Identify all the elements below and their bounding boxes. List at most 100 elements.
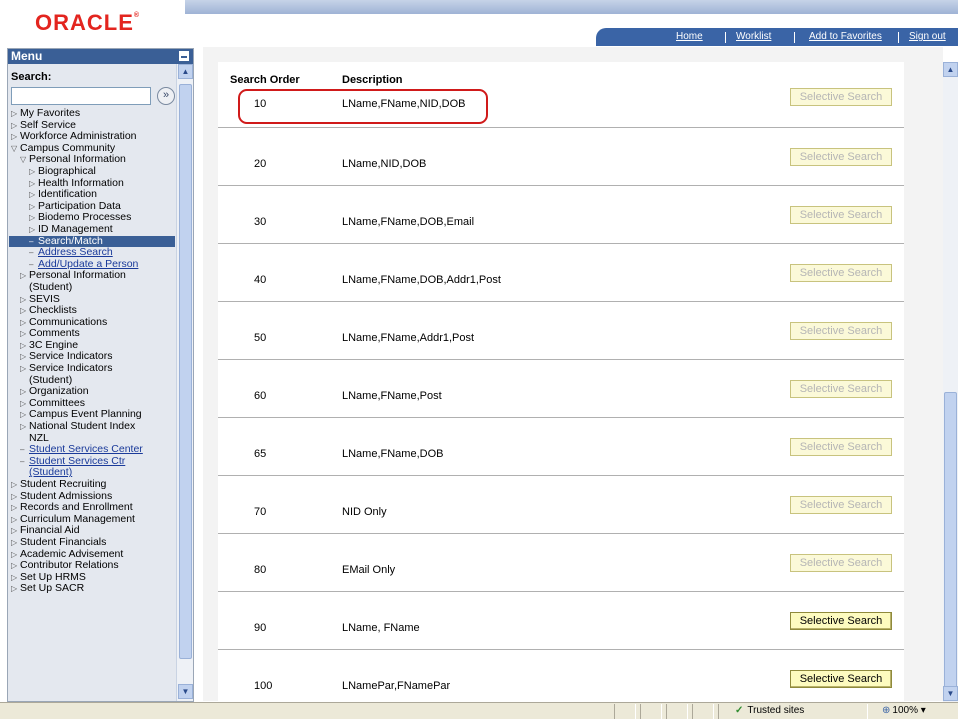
- menu-item-label: Student Services Center: [29, 443, 143, 456]
- menu-item-label: Committees: [29, 396, 86, 409]
- menu-scrollbar[interactable]: ▲ ▼: [176, 64, 193, 701]
- status-cell: [666, 704, 688, 719]
- table-row: 20 LName,NID,DOB Selective Search: [218, 128, 904, 186]
- collapsed-arrow-icon: ▷: [20, 317, 27, 327]
- sign-out-link[interactable]: Sign out: [909, 31, 946, 42]
- menu-item-label: Student Recruiting: [20, 478, 107, 490]
- menu-item-label: Health Information: [38, 176, 124, 189]
- home-link[interactable]: Home: [676, 31, 703, 42]
- scroll-down-icon[interactable]: ▼: [178, 684, 193, 699]
- menu-item-label: National Student Index: [29, 420, 136, 433]
- table-row: 50 LName,FName,Addr1,Post Selective Search: [218, 302, 904, 360]
- collapsed-arrow-icon: ▷: [20, 294, 27, 304]
- scroll-down-icon[interactable]: ▼: [943, 686, 958, 701]
- search-order-cell: 30: [254, 216, 267, 228]
- menu-item-label: Set Up HRMS: [20, 570, 86, 583]
- selective-search-button[interactable]: Selective Search: [790, 612, 892, 630]
- collapsed-arrow-icon: ▷: [29, 166, 36, 176]
- description-cell: LName, FName: [342, 622, 420, 634]
- search-go-icon[interactable]: »: [157, 87, 175, 105]
- selective-search-button[interactable]: Selective Search: [790, 496, 892, 514]
- search-order-cell: 70: [254, 506, 267, 518]
- table-row: 30 LName,FName,DOB,Email Selective Search: [218, 186, 904, 244]
- collapse-icon[interactable]: [179, 51, 189, 61]
- description-cell: LName,FName,DOB,Addr1,Post: [342, 274, 501, 286]
- status-page-icon: [614, 704, 636, 719]
- menu-item-label: (Student): [29, 373, 73, 386]
- selective-search-button[interactable]: Selective Search: [790, 148, 892, 166]
- search-order-cell: 20: [254, 158, 267, 170]
- menu-item-label: Checklists: [29, 304, 77, 317]
- search-order-cell: 90: [254, 622, 267, 634]
- menu-item-label: Biographical: [38, 164, 96, 177]
- menu-item-label: Records and Enrollment: [20, 501, 133, 514]
- menu-title: Menu: [8, 49, 193, 64]
- selective-search-button[interactable]: Selective Search: [790, 554, 892, 572]
- menu-scroll-thumb[interactable]: [179, 84, 192, 659]
- selective-search-button[interactable]: Selective Search: [790, 206, 892, 224]
- menu-item-label: Student Services Ctr: [29, 454, 126, 467]
- highlight-annotation: [238, 89, 488, 124]
- header-nav: Home Worklist Add to Favorites Sign out: [596, 28, 958, 46]
- collapsed-arrow-icon: ▷: [11, 584, 18, 594]
- main-scroll-thumb[interactable]: [944, 392, 957, 692]
- menu-item-label: Service Indicators: [29, 362, 113, 375]
- menu-item[interactable]: ▷ Set Up SACR: [9, 583, 175, 595]
- menu-item-label: NZL: [29, 431, 49, 444]
- menu-item-label: Set Up SACR: [20, 582, 85, 595]
- menu-item-label: ID Management: [38, 222, 113, 235]
- menu-item-label: Self Service: [20, 118, 77, 131]
- menu-item-label: Personal Information: [29, 153, 126, 166]
- menu-item-label: Participation Data: [38, 199, 121, 212]
- table-row: 100 LNamePar,FNamePar Selective Search: [218, 650, 904, 708]
- collapsed-arrow-icon: ▷: [20, 306, 27, 316]
- menu-item-label: (Student): [29, 466, 73, 479]
- selective-search-button[interactable]: Selective Search: [790, 88, 892, 106]
- menu-list: ▷ My Favorites ▷ Self Service ▷ Workforce Adm…: [9, 107, 175, 595]
- nav-separator: [725, 32, 726, 43]
- menu-item-label: SEVIS: [29, 292, 60, 305]
- expanded-arrow-icon: ▽: [20, 155, 27, 165]
- zoom-control[interactable]: ⊕ 100% ▾: [882, 705, 926, 716]
- collapsed-arrow-icon: ▷: [11, 503, 18, 513]
- add-to-favorites-link[interactable]: Add to Favorites: [809, 31, 882, 42]
- selective-search-button[interactable]: Selective Search: [790, 380, 892, 398]
- status-cell: [692, 704, 714, 719]
- menu-item-label: Biodemo Processes: [38, 211, 132, 224]
- collapsed-arrow-icon: ▷: [20, 398, 27, 408]
- collapsed-arrow-icon: ▷: [11, 480, 18, 489]
- collapsed-arrow-icon: ▷: [11, 109, 18, 118]
- expanded-arrow-icon: ▽: [11, 143, 18, 153]
- table-row: 90 LName, FName Selective Search: [218, 592, 904, 650]
- selective-search-button[interactable]: Selective Search: [790, 438, 892, 456]
- menu-item-label: Workforce Administration: [20, 130, 137, 143]
- collapsed-arrow-icon: ▷: [11, 526, 18, 536]
- collapsed-arrow-icon: ▷: [11, 120, 18, 130]
- selective-search-button[interactable]: Selective Search: [790, 322, 892, 340]
- menu-item-label: Add/Update a Person: [38, 257, 139, 270]
- menu-item-label: (Student): [29, 280, 73, 293]
- dash-icon: –: [29, 248, 34, 258]
- menu-item-label: Campus Community: [20, 141, 116, 154]
- trusted-sites-zone[interactable]: ✓ Trusted sites: [735, 705, 804, 716]
- selective-search-button[interactable]: Selective Search: [790, 264, 892, 282]
- checkmark-icon: ✓: [735, 705, 744, 716]
- menu-item-label: 3C Engine: [29, 338, 79, 351]
- menu-item-label: My Favorites: [20, 107, 81, 119]
- collapsed-arrow-icon: ▷: [11, 561, 18, 571]
- collapsed-arrow-icon: ▷: [20, 364, 27, 374]
- description-cell: LName,FName,DOB,Email: [342, 216, 475, 228]
- menu-search-input[interactable]: [11, 87, 151, 105]
- main-scrollbar[interactable]: ▲ ▼: [943, 62, 958, 702]
- left-menu: Menu Search: » ▷ My Favorites ▷ Self Servic…: [7, 48, 194, 702]
- header-band: [185, 0, 958, 14]
- scroll-up-icon[interactable]: ▲: [178, 64, 193, 79]
- scroll-up-icon[interactable]: ▲: [943, 62, 958, 77]
- selective-search-button[interactable]: Selective Search: [790, 670, 892, 688]
- menu-item-label: Address Search: [38, 246, 113, 259]
- worklist-link[interactable]: Worklist: [736, 31, 771, 42]
- dash-icon: –: [29, 236, 34, 246]
- dash-icon: –: [20, 445, 25, 455]
- collapsed-arrow-icon: ▷: [11, 549, 18, 559]
- collapsed-arrow-icon: ▷: [11, 514, 18, 524]
